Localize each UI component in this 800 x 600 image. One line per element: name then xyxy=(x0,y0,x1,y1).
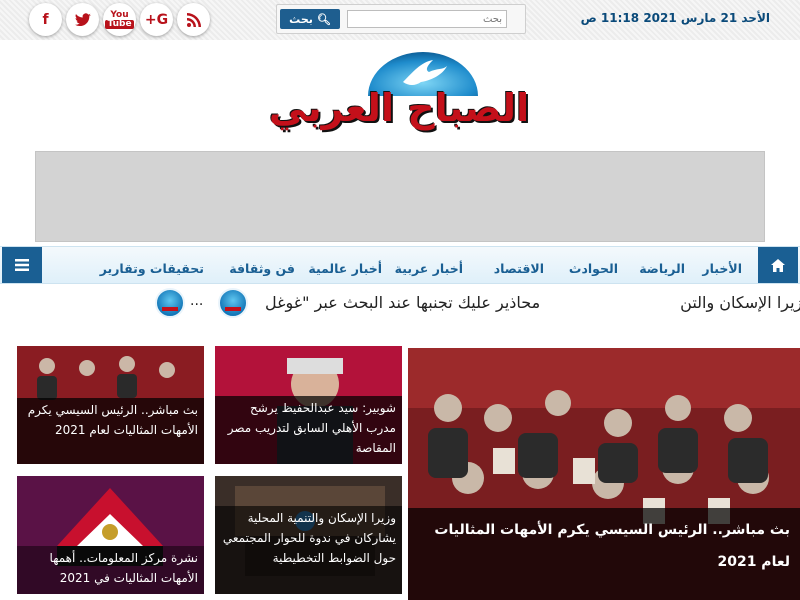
twitter-icon[interactable] xyxy=(66,3,99,36)
nav-item-world-news[interactable]: أخبار عالمية xyxy=(308,261,382,276)
article-title: نشرة مركز المعلومات.. أهمها الأمهات المث… xyxy=(17,546,204,594)
ticker-logo-icon xyxy=(155,288,185,318)
search-button-label: بحث xyxy=(289,12,313,26)
site-logo[interactable]: الصباح العربي xyxy=(268,50,530,140)
nav-item-accidents[interactable]: الحوادث xyxy=(569,261,618,276)
youtube-icon[interactable]: You Tube xyxy=(103,3,136,36)
ticker-separator: ... xyxy=(190,293,204,309)
article-title: بث مباشر.. الرئيس السيسي يكرم الأمهات ال… xyxy=(17,398,204,464)
ticker-logo-icon xyxy=(218,288,248,318)
search-input[interactable] xyxy=(347,10,507,28)
ad-banner xyxy=(35,151,765,242)
search-icon: 🔍︎ xyxy=(316,12,331,26)
article-card[interactable]: بث مباشر.. الرئيس السيسي يكرم الأمهات ال… xyxy=(17,346,204,464)
menu-icon[interactable] xyxy=(2,247,42,283)
main-nav: الأخبار الرياضة الحوادث الاقتصاد أخبار ع… xyxy=(0,246,800,284)
rss-icon[interactable] xyxy=(177,3,210,36)
article-card[interactable]: نشرة مركز المعلومات.. أهمها الأمهات المث… xyxy=(17,476,204,594)
nav-item-investigations[interactable]: تحقيقات وتقارير xyxy=(100,261,204,276)
nav-item-arab-news[interactable]: أخبار عربية xyxy=(395,261,463,276)
logo-wordmark: الصباح العربي xyxy=(268,86,530,130)
home-icon[interactable] xyxy=(758,247,798,283)
main-article-title: بث مباشر.. الرئيس السيسي يكرم الأمهات ال… xyxy=(408,508,800,600)
article-title: شوبير: سيد عبدالحفيظ يرشح مدرب الأهلي ال… xyxy=(215,396,402,464)
article-card[interactable]: شوبير: سيد عبدالحفيظ يرشح مدرب الأهلي ال… xyxy=(215,346,402,464)
article-title: وزيرا الإسكان والتنمية المحلية يشاركان ف… xyxy=(215,506,402,594)
main-article[interactable]: بث مباشر.. الرئيس السيسي يكرم الأمهات ال… xyxy=(408,348,800,600)
search-box: 🔍︎ بحث xyxy=(276,4,526,34)
ticker-item[interactable]: محاذير عليك تجنبها عند البحث عبر "غوغل xyxy=(265,293,540,312)
facebook-icon[interactable]: f xyxy=(29,3,62,36)
nav-item-news[interactable]: الأخبار xyxy=(702,261,742,276)
top-bar: الأحد 21 مارس 2021 11:18 ص 🔍︎ بحث f YouT… xyxy=(0,0,800,40)
google-plus-icon[interactable]: G+ xyxy=(140,3,173,36)
search-button[interactable]: 🔍︎ بحث xyxy=(280,9,340,29)
nav-item-sports[interactable]: الرياضة xyxy=(639,261,685,276)
nav-item-art-culture[interactable]: فن وثقافة xyxy=(229,261,295,276)
nav-item-economy[interactable]: الاقتصاد xyxy=(494,261,544,276)
news-ticker: وزيرا الإسكان والتن ... محاذير عليك تجنب… xyxy=(0,286,800,320)
article-card[interactable]: وزيرا الإسكان والتنمية المحلية يشاركان ف… xyxy=(215,476,402,594)
current-date: الأحد 21 مارس 2021 11:18 ص xyxy=(580,11,770,25)
ticker-item[interactable]: وزيرا الإسكان والتن xyxy=(680,293,800,312)
